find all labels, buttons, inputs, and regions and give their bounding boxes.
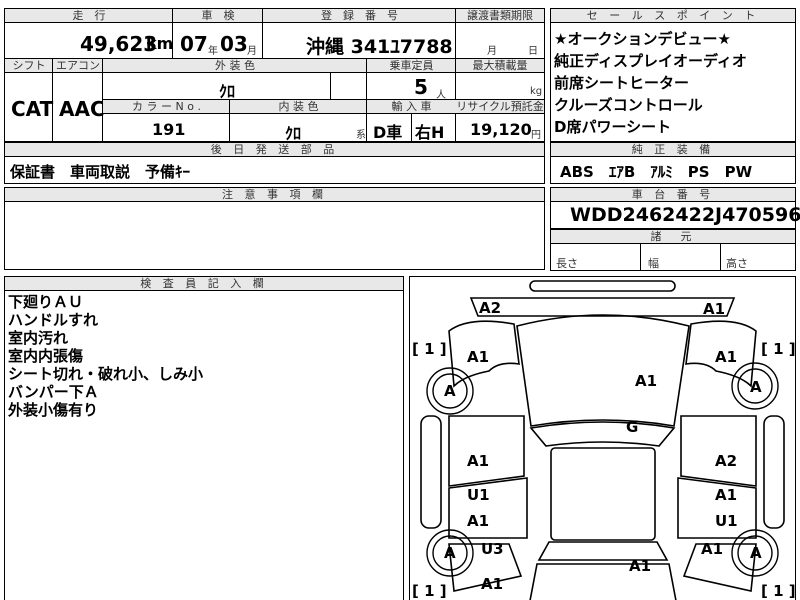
- load-header: 最大積載量: [456, 59, 544, 73]
- interior-header: 内 装 色: [230, 100, 367, 114]
- mark-door-rl-1: U1: [467, 486, 490, 504]
- equipment-value: ABS ｴｱB ｱﾙﾐ PS PW: [560, 163, 753, 181]
- inspector-line: 外装小傷有り: [8, 401, 99, 419]
- chassis-header: 車 台 番 号: [551, 188, 795, 202]
- inspector-line: バンパー下Ａ: [8, 383, 99, 401]
- mark-bracket-left-bottom: [ 1 ]: [412, 582, 447, 600]
- mileage-unit: km: [146, 34, 174, 53]
- shaken-year-unit: 年: [208, 46, 218, 57]
- mark-wheel-front-right: A: [750, 378, 762, 396]
- mark-wheel-rear-right: A: [750, 544, 762, 562]
- height-label: 高さ: [726, 257, 748, 270]
- inspector-line: シート切れ・破れ小、しみ小: [8, 365, 204, 383]
- mark-front-right: A1: [703, 300, 726, 318]
- inspector-line: 下廻りＡＵ: [8, 293, 84, 311]
- length-label: 長さ: [556, 257, 578, 270]
- mark-door-rr-2: U1: [715, 512, 738, 530]
- sales-point-item: 前席シートヒーター: [554, 74, 690, 92]
- mark-door-rr-1: A1: [715, 486, 738, 504]
- mark-quarter-left: U3: [481, 540, 504, 558]
- mark-bracket-right-bottom: [ 1 ]: [761, 582, 796, 600]
- exterior-header: 外 装 色: [103, 59, 367, 73]
- ac-header: エアコン: [53, 59, 103, 73]
- transfer-month-unit: 月: [487, 46, 497, 57]
- inspector-line: ハンドルすれ: [8, 311, 99, 329]
- later-parts-value: 保証書 車両取説 予備ｷｰ: [10, 163, 191, 181]
- shaken-header: 車 検: [173, 9, 263, 23]
- mark-bracket-left-top: [ 1 ]: [412, 340, 447, 358]
- mark-door-fr: A2: [715, 452, 738, 470]
- shaken-month-unit: 月: [247, 46, 257, 57]
- sales-point-item: ★オークションデビュー★: [554, 30, 731, 48]
- width-label: 幅: [648, 257, 659, 270]
- steering-value: 右H: [415, 123, 445, 142]
- capacity-value: 5: [414, 75, 428, 99]
- mark-quarter-right: A1: [701, 540, 724, 558]
- mark-door-rl-2: A1: [467, 512, 490, 530]
- shift-header: シフト: [5, 59, 53, 73]
- inspector-line: 室内汚れ: [8, 329, 69, 347]
- interior-color-value: ｸﾛ: [285, 124, 302, 143]
- mark-wheel-rear-left: A: [444, 544, 456, 562]
- vehicle-info-grid: [4, 8, 545, 142]
- transfer-day-unit: 日: [528, 46, 538, 57]
- sales-point-item: クルーズコントロール: [554, 96, 703, 114]
- inspector-header: 検 査 員 記 入 欄: [5, 277, 403, 291]
- mark-bracket-right-top: [ 1 ]: [761, 340, 796, 358]
- notes-header: 注 意 事 項 欄: [5, 188, 544, 202]
- mark-fender-left: A1: [467, 348, 490, 366]
- inspector-line: 室内内張傷: [8, 347, 84, 365]
- plate-header: 登 録 番 号: [263, 9, 456, 23]
- dimensions-header: 諸 元: [551, 230, 795, 244]
- ac-value: AAC: [59, 97, 105, 121]
- mark-door-fl: A1: [467, 452, 490, 470]
- shaken-month: 03: [220, 32, 248, 56]
- recycle-fee-value: 19,120: [470, 120, 532, 139]
- color-no-header: カ ラ ー N o .: [103, 100, 230, 114]
- mark-front-left: A2: [479, 299, 502, 317]
- import-header: 輸 入 車: [367, 100, 456, 114]
- import-type-value: D車: [373, 123, 403, 142]
- recycle-header: リサイクル預託金: [456, 100, 544, 114]
- shift-value: CAT: [11, 97, 54, 121]
- mark-fender-right: A1: [715, 348, 738, 366]
- mileage-header: 走 行: [5, 9, 173, 23]
- later-parts-header: 後 日 発 送 部 品: [5, 143, 544, 157]
- chassis-number: WDD2462422J470596: [570, 204, 800, 226]
- load-unit: kg: [530, 86, 543, 97]
- plate-number: 沖縄 341ﾕ7788: [306, 36, 453, 58]
- interior-suffix: 系: [356, 130, 366, 141]
- mark-hood: A1: [635, 372, 658, 390]
- mark-trunk: A1: [629, 557, 652, 575]
- color-no-value: 191: [152, 120, 186, 139]
- shaken-year: 07: [180, 32, 208, 56]
- mark-roof: G: [626, 418, 639, 436]
- mark-rear-left: A1: [481, 575, 504, 593]
- capacity-header: 乗車定員: [367, 59, 456, 73]
- sales-point-item: D席パワーシート: [554, 118, 672, 136]
- transfer-header: 譲渡書類期限: [456, 9, 544, 23]
- sales-points-header: セ ー ル ス ポ イ ン ト: [551, 9, 795, 23]
- sales-point-item: 純正ディスプレイオーディオ: [554, 52, 747, 70]
- mark-wheel-front-left: A: [444, 382, 456, 400]
- equipment-header: 純 正 装 備: [551, 143, 795, 157]
- car-diagram-outline: [420, 280, 785, 600]
- recycle-unit: 円: [531, 130, 541, 141]
